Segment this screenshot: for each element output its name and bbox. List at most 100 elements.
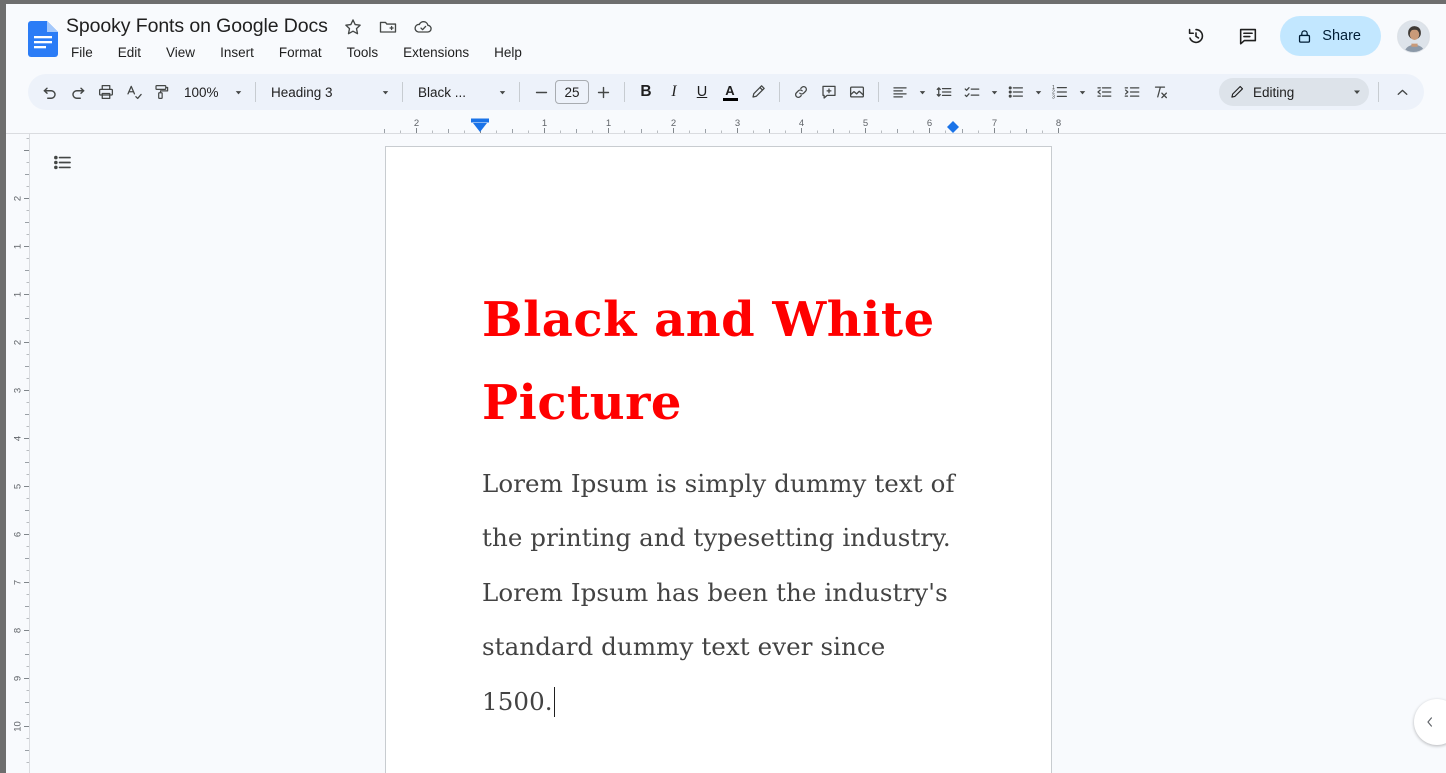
avatar[interactable] — [1397, 20, 1430, 53]
add-comment-icon[interactable] — [815, 78, 843, 106]
collapse-toolbar-button[interactable] — [1388, 78, 1416, 106]
chevron-down-icon — [380, 87, 391, 98]
italic-button[interactable]: I — [660, 78, 688, 106]
share-button[interactable]: Share — [1280, 16, 1381, 56]
chevron-down-icon — [917, 87, 928, 98]
numbered-list-icon[interactable]: 1 2 3 — [1046, 78, 1074, 106]
line-spacing-icon[interactable] — [930, 78, 958, 106]
svg-text:2: 2 — [12, 340, 23, 345]
paragraph-style-control[interactable]: Heading 3 — [263, 78, 395, 106]
horizontal-ruler[interactable]: 2112345678 — [6, 116, 1446, 134]
clear-formatting-icon[interactable] — [1146, 78, 1174, 106]
toolbar-right-group: Editing — [1219, 78, 1416, 106]
spellcheck-icon[interactable] — [120, 78, 148, 106]
zoom-control[interactable]: 100% — [176, 78, 248, 106]
horizontal-ruler-graphic: 2112345678 — [6, 116, 1446, 134]
saved-to-drive-cloud-icon[interactable] — [413, 17, 433, 37]
text-color-label: A — [725, 84, 734, 97]
app-header: Spooky Fonts on Google Docs File Edit Vi… — [6, 4, 1446, 70]
print-icon[interactable] — [92, 78, 120, 106]
svg-text:3: 3 — [1052, 94, 1055, 100]
chevron-up-icon — [1394, 84, 1411, 101]
google-docs-logo[interactable] — [28, 21, 58, 57]
svg-text:8: 8 — [1056, 118, 1061, 129]
svg-text:6: 6 — [927, 118, 932, 129]
menu-item-insert[interactable]: Insert — [217, 43, 257, 62]
document-outline-icon[interactable] — [46, 146, 78, 178]
underline-button[interactable]: U — [688, 78, 716, 106]
svg-text:7: 7 — [12, 580, 23, 585]
paint-format-icon[interactable] — [148, 78, 176, 106]
body-line-3: Lorem Ipsum has been the industry's — [482, 578, 948, 607]
formatting-toolbar: 100% Heading 3 Black ... 25 B I — [28, 74, 1424, 110]
svg-text:1: 1 — [12, 244, 23, 249]
move-to-folder-icon[interactable] — [378, 17, 398, 37]
decrease-indent-icon[interactable] — [1090, 78, 1118, 106]
svg-text:2: 2 — [414, 118, 419, 129]
bulleted-list-dropdown-arrow[interactable] — [1030, 78, 1046, 106]
body-line-4: standard dummy text ever since 1500. — [482, 632, 885, 715]
italic-label: I — [671, 83, 676, 101]
checklist-icon[interactable] — [958, 78, 986, 106]
menu-item-extensions[interactable]: Extensions — [400, 43, 472, 62]
svg-text:4: 4 — [799, 118, 804, 129]
vertical-ruler-graphic: 2112345678910 — [6, 134, 30, 773]
bold-label: B — [640, 83, 651, 101]
svg-text:3: 3 — [12, 388, 23, 393]
vertical-ruler[interactable]: 2112345678910 — [6, 134, 30, 773]
text-color-button[interactable]: A — [716, 78, 744, 106]
redo-icon[interactable] — [64, 78, 92, 106]
insert-link-icon[interactable] — [787, 78, 815, 106]
underline-label: U — [697, 84, 707, 100]
document-body[interactable]: Lorem Ipsum is simply dummy text of the … — [482, 457, 960, 729]
undo-icon[interactable] — [36, 78, 64, 106]
highlight-pen-icon[interactable] — [744, 78, 772, 106]
bulleted-list-icon[interactable] — [1002, 78, 1030, 106]
checklist-dropdown-arrow[interactable] — [986, 78, 1002, 106]
editing-mode-chip[interactable]: Editing — [1219, 78, 1369, 106]
svg-text:8: 8 — [12, 628, 23, 633]
font-size-input[interactable]: 25 — [555, 80, 589, 104]
chevron-down-icon — [233, 87, 244, 98]
svg-text:10: 10 — [12, 721, 23, 732]
chevron-down-icon — [989, 87, 1000, 98]
document-heading[interactable]: Black and White Picture — [482, 279, 952, 444]
font-family-value: Black ... — [418, 85, 493, 100]
svg-text:6: 6 — [12, 532, 23, 537]
toolbar-divider — [255, 82, 256, 102]
menu-bar: File Edit View Insert Format Tools Exten… — [68, 43, 525, 62]
increase-font-size-button[interactable] — [589, 78, 617, 106]
editing-mode-label: Editing — [1253, 85, 1343, 100]
toolbar-divider — [779, 82, 780, 102]
menu-item-format[interactable]: Format — [276, 43, 325, 62]
numbered-list-dropdown-arrow[interactable] — [1074, 78, 1090, 106]
svg-text:1: 1 — [12, 292, 23, 297]
menu-item-tools[interactable]: Tools — [344, 43, 382, 62]
menu-item-file[interactable]: File — [68, 43, 96, 62]
document-page[interactable]: Black and White Picture Lorem Ipsum is s… — [385, 146, 1052, 773]
svg-text:5: 5 — [12, 484, 23, 489]
pencil-icon — [1229, 84, 1245, 100]
docs-window: Spooky Fonts on Google Docs File Edit Vi… — [6, 4, 1446, 773]
insert-image-icon[interactable] — [843, 78, 871, 106]
svg-text:9: 9 — [12, 676, 23, 681]
align-left-icon[interactable] — [886, 78, 914, 106]
svg-text:3: 3 — [735, 118, 740, 129]
title-row: Spooky Fonts on Google Docs — [66, 15, 433, 38]
bold-button[interactable]: B — [632, 78, 660, 106]
align-dropdown-arrow[interactable] — [914, 78, 930, 106]
star-outline-icon[interactable] — [343, 17, 363, 37]
version-history-icon[interactable] — [1176, 16, 1216, 56]
menu-item-view[interactable]: View — [163, 43, 198, 62]
menu-item-help[interactable]: Help — [491, 43, 525, 62]
toolbar-divider — [624, 82, 625, 102]
page-title[interactable]: Spooky Fonts on Google Docs — [66, 15, 328, 38]
menu-item-edit[interactable]: Edit — [115, 43, 144, 62]
side-panel-toggle-button[interactable] — [1414, 699, 1446, 745]
increase-indent-icon[interactable] — [1118, 78, 1146, 106]
svg-text:5: 5 — [863, 118, 868, 129]
decrease-font-size-button[interactable] — [527, 78, 555, 106]
font-family-control[interactable]: Black ... — [410, 78, 512, 106]
font-size-value: 25 — [564, 85, 579, 100]
comment-history-icon[interactable] — [1228, 16, 1268, 56]
